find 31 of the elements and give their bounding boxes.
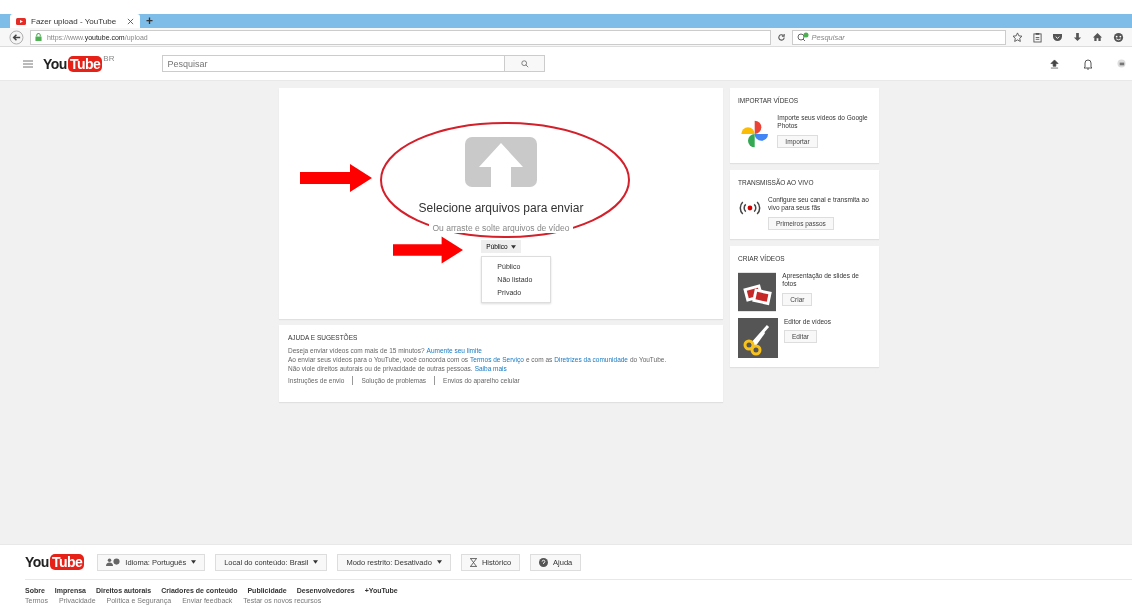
download-icon[interactable] bbox=[1073, 31, 1082, 43]
region-label: BR bbox=[103, 54, 115, 63]
browser-tab[interactable]: Fazer upload - YouTube bbox=[10, 14, 140, 28]
help-icon bbox=[539, 557, 549, 567]
reload-icon[interactable] bbox=[776, 32, 786, 42]
upload-icon[interactable] bbox=[1050, 58, 1059, 69]
pocket-icon[interactable] bbox=[1052, 32, 1063, 42]
lock-icon bbox=[34, 33, 42, 41]
arrow-annotation bbox=[300, 164, 372, 192]
back-icon[interactable] bbox=[9, 29, 24, 45]
scissors-icon bbox=[738, 317, 778, 358]
search-icon bbox=[796, 32, 809, 42]
tab-title: Fazer upload - YouTube bbox=[31, 16, 118, 26]
star-icon[interactable] bbox=[1012, 31, 1023, 43]
photo-slides-icon bbox=[738, 271, 777, 312]
caret-icon bbox=[510, 244, 516, 249]
clipboard-icon[interactable] bbox=[1033, 31, 1042, 43]
upload-title[interactable]: Selecione arquivos para enviar bbox=[418, 201, 584, 215]
arrow-annotation bbox=[393, 236, 463, 264]
hourglass-icon bbox=[469, 557, 477, 567]
new-tab-button[interactable]: + bbox=[146, 14, 153, 28]
close-icon[interactable] bbox=[127, 17, 134, 25]
search-field[interactable]: Pesquisar bbox=[162, 55, 506, 72]
chat-icon[interactable] bbox=[1113, 31, 1124, 43]
people-icon bbox=[106, 558, 121, 566]
search-icon bbox=[520, 59, 529, 68]
account-icon[interactable] bbox=[1117, 59, 1126, 68]
bell-icon[interactable] bbox=[1083, 57, 1093, 70]
play-icon bbox=[16, 17, 26, 25]
upload-subtitle: Ou arraste e solte arquivos de vídeo bbox=[429, 223, 573, 233]
home-icon[interactable] bbox=[1092, 32, 1103, 42]
